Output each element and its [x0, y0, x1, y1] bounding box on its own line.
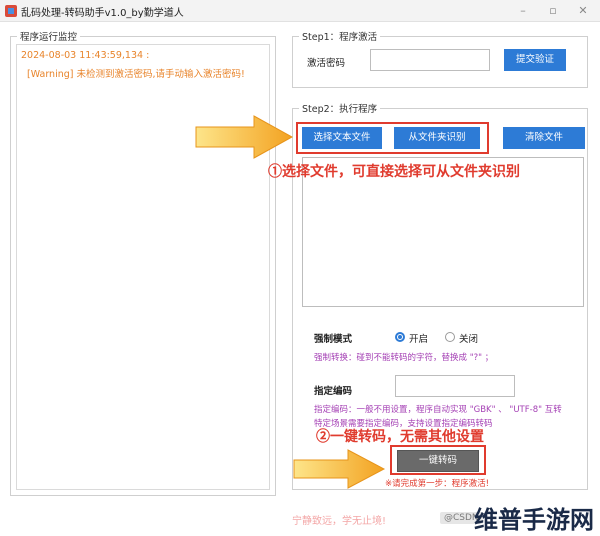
step2-group-label: Step2：执行程序	[299, 101, 381, 115]
monitor-group-label: 程序运行监控	[17, 29, 81, 43]
minimize-button[interactable]: –	[508, 2, 538, 20]
maximize-button[interactable]: ▫	[538, 2, 568, 20]
arrow-icon	[293, 449, 386, 489]
encoding-input[interactable]	[395, 375, 515, 397]
force-mode-hint: 强制转换：碰到不能转码的字符，替换成 "?" ；	[314, 353, 494, 363]
footer-motto: 宁静致远，学无止境!	[292, 516, 387, 527]
monitor-group: 程序运行监控 2024-08-03 11:43:59,134 : [Warnin…	[10, 29, 276, 496]
password-input[interactable]	[370, 49, 490, 71]
convert-button-highlight	[390, 445, 486, 475]
force-mode-off-label[interactable]: 关闭	[459, 331, 478, 345]
password-label: 激活密码	[307, 58, 346, 69]
activation-warning: ※请完成第一步：程序激活!	[385, 479, 490, 489]
encoding-hint: 指定编码：一般不用设置，程序自动实现 "GBK" 、 "UTF-8" 互转	[314, 405, 562, 415]
watermark-logo: 维普手游网	[474, 506, 594, 534]
encoding-label: 指定编码	[314, 386, 353, 397]
log-line: 2024-08-03 11:43:59,134 :	[21, 50, 150, 61]
arrow-icon	[195, 115, 294, 159]
step1-group: Step1：程序激活 激活密码 提交验证	[292, 29, 588, 88]
log-line: [Warning] 未检测到激活密码,请手动输入激活密码!	[27, 69, 245, 80]
step1-group-label: Step1：程序激活	[299, 29, 381, 43]
window-title: 乱码处理-转码助手v1.0_by勤学道人	[21, 8, 184, 19]
annotation-step2: ②一键转码，无需其他设置	[316, 429, 484, 445]
app-icon	[5, 5, 17, 17]
force-mode-off-radio[interactable]	[445, 332, 455, 342]
annotation-step1: ①选择文件，可直接选择可从文件夹识别	[268, 164, 520, 180]
log-panel[interactable]: 2024-08-03 11:43:59,134 : [Warning] 未检测到…	[16, 44, 270, 490]
force-mode-label: 强制模式	[314, 334, 353, 345]
submit-verify-button[interactable]: 提交验证	[504, 49, 566, 71]
close-button[interactable]: ✕	[568, 2, 598, 20]
force-mode-on-radio[interactable]	[395, 332, 405, 342]
title-bar: 乱码处理-转码助手v1.0_by勤学道人 – ▫ ✕	[0, 0, 600, 22]
clear-files-button[interactable]: 清除文件	[503, 127, 585, 149]
force-mode-on-label[interactable]: 开启	[409, 331, 428, 345]
file-buttons-highlight	[296, 122, 489, 154]
